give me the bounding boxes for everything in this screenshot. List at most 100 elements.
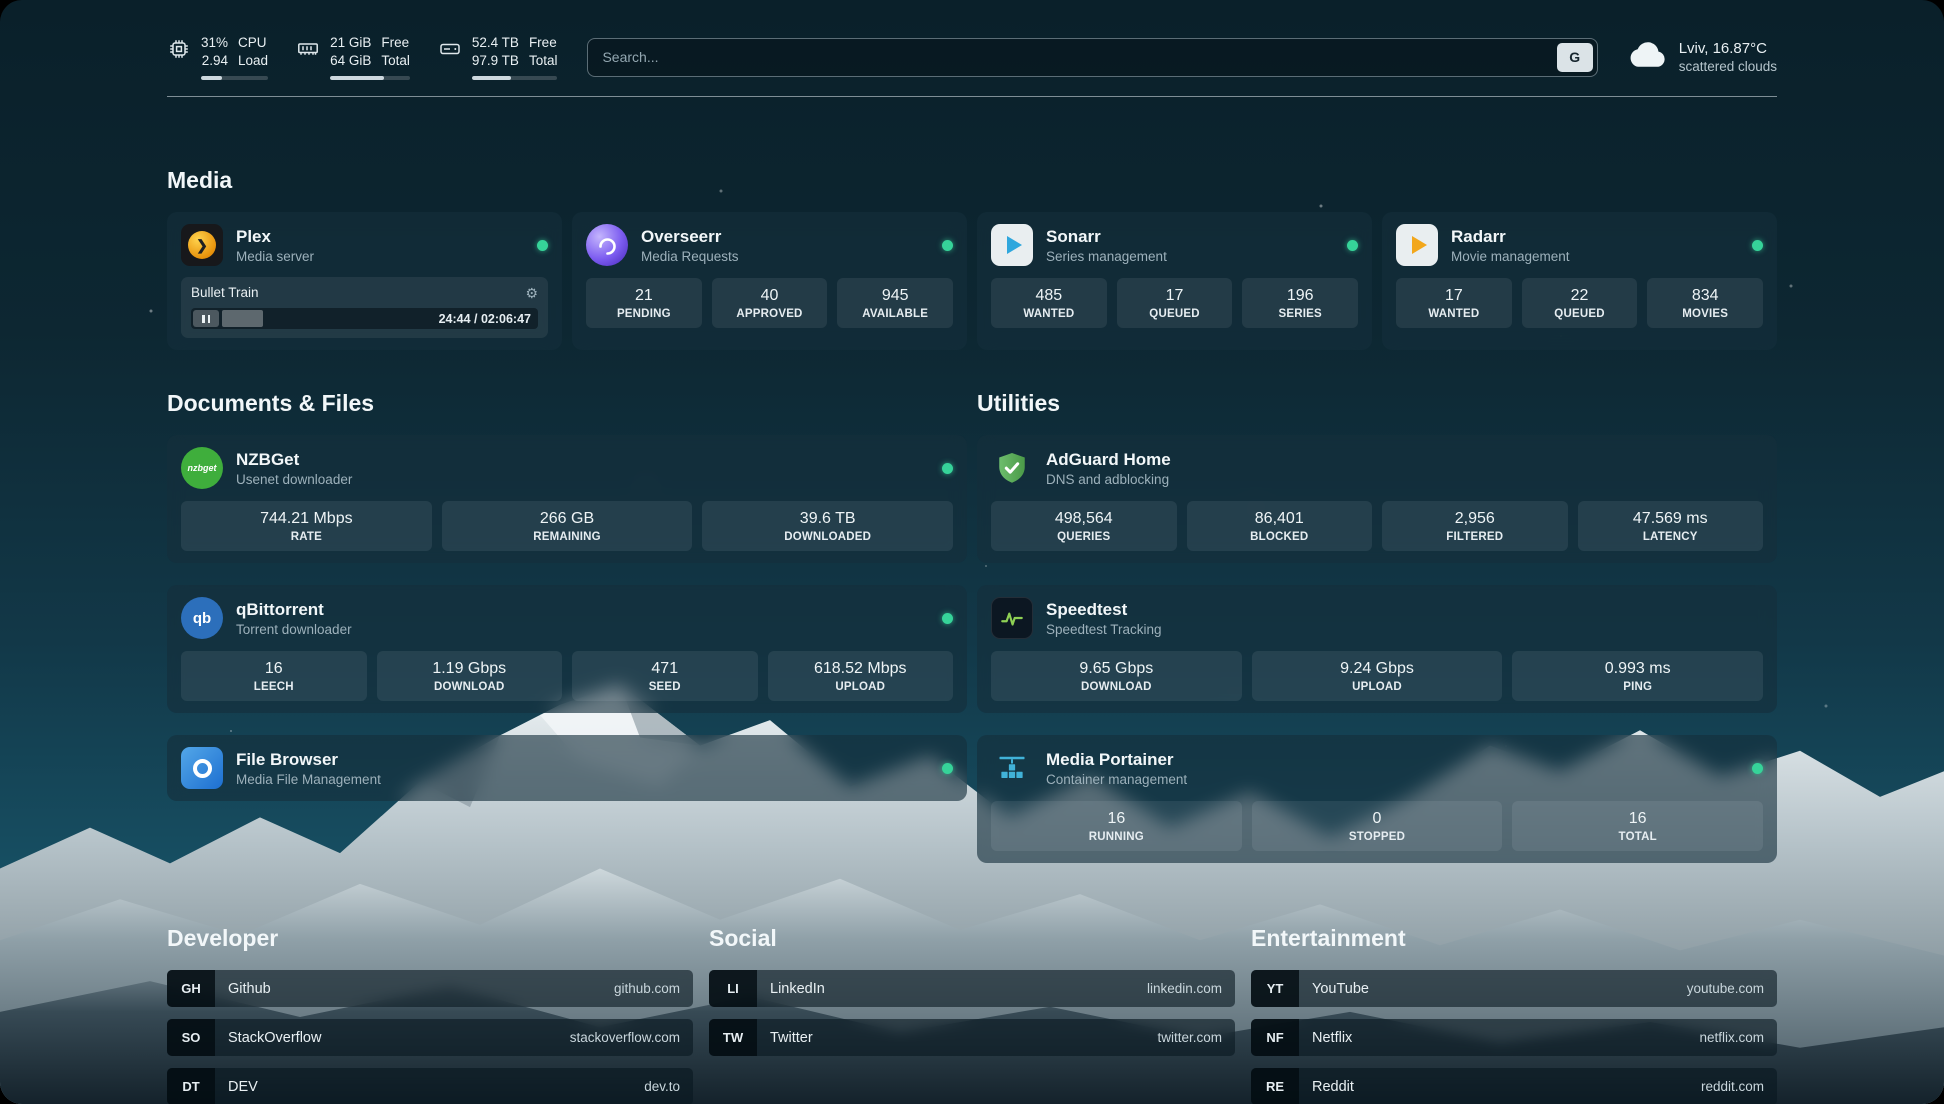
bookmarks-social: Social LI LinkedIn linkedin.com TW Twitt… <box>709 925 1235 1056</box>
service-card-adguard[interactable]: AdGuard Home DNS and adblocking 498,564Q… <box>977 435 1777 563</box>
memory-monitor: 21 GiB 64 GiB Free Total <box>296 34 410 80</box>
search-provider-button[interactable]: G <box>1557 43 1593 72</box>
stat-total: 16TOTAL <box>1512 801 1763 851</box>
stat-queued: 17QUEUED <box>1117 278 1233 328</box>
memory-icon <box>296 37 320 66</box>
stat-wanted: 485WANTED <box>991 278 1107 328</box>
stat-pending: 21PENDING <box>586 278 702 328</box>
status-dot <box>942 613 953 624</box>
service-subtitle: Media File Management <box>236 772 381 787</box>
stat-download: 1.19 GbpsDOWNLOAD <box>377 651 563 701</box>
stat-seed: 471SEED <box>572 651 758 701</box>
adguard-shield-icon <box>991 447 1033 489</box>
section-title-utilities: Utilities <box>977 390 1777 417</box>
nzbget-icon: nzbget <box>181 447 223 489</box>
service-name: Speedtest <box>1046 600 1162 620</box>
disk-total-value: 97.9 TB <box>472 52 519 70</box>
bookmark-reddit[interactable]: RE Reddit reddit.com <box>1251 1068 1777 1104</box>
section-media: Media ❯ Plex Media server Bullet Tr <box>167 167 1777 350</box>
section-title-media: Media <box>167 167 1777 194</box>
service-card-plex[interactable]: ❯ Plex Media server Bullet Train ⚙ <box>167 212 562 350</box>
bookmarks-developer: Developer GH Github github.com SO StackO… <box>167 925 693 1104</box>
section-title-entertainment: Entertainment <box>1251 925 1777 952</box>
service-subtitle: Media server <box>236 249 314 264</box>
cpu-load-label: Load <box>238 52 268 70</box>
service-card-speedtest[interactable]: Speedtest Speedtest Tracking 9.65 GbpsDO… <box>977 585 1777 713</box>
bookmark-abbr: RE <box>1251 1068 1299 1104</box>
service-subtitle: Torrent downloader <box>236 622 352 637</box>
service-subtitle: Series management <box>1046 249 1167 264</box>
overseerr-icon <box>586 224 628 266</box>
service-card-sonarr[interactable]: Sonarr Series management 485WANTED 17QUE… <box>977 212 1372 350</box>
playback-progress-bar[interactable] <box>222 310 431 327</box>
service-name: qBittorrent <box>236 600 352 620</box>
bookmarks-entertainment: Entertainment YT YouTube youtube.com NF … <box>1251 925 1777 1104</box>
memory-total-value: 64 GiB <box>330 52 371 70</box>
bookmark-linkedin[interactable]: LI LinkedIn linkedin.com <box>709 970 1235 1007</box>
service-subtitle: DNS and adblocking <box>1046 472 1171 487</box>
service-subtitle: Usenet downloader <box>236 472 352 487</box>
service-name: File Browser <box>236 750 381 770</box>
stat-wanted: 17WANTED <box>1396 278 1512 328</box>
gear-icon[interactable]: ⚙ <box>525 286 538 300</box>
section-title-social: Social <box>709 925 1235 952</box>
bookmark-url: youtube.com <box>1687 981 1764 996</box>
stat-downloaded: 39.6 TBDOWNLOADED <box>702 501 953 551</box>
sonarr-icon <box>991 224 1033 266</box>
service-card-overseerr[interactable]: Overseerr Media Requests 21PENDING 40APP… <box>572 212 967 350</box>
stat-movies: 834MOVIES <box>1647 278 1763 328</box>
service-card-nzbget[interactable]: nzbget NZBGet Usenet downloader 744.21 M… <box>167 435 967 563</box>
service-card-filebrowser[interactable]: File Browser Media File Management <box>167 735 967 801</box>
service-card-portainer[interactable]: Media Portainer Container management 16R… <box>977 735 1777 863</box>
service-subtitle: Speedtest Tracking <box>1046 622 1162 637</box>
section-utilities: Utilities AdGuard Home <box>977 390 1777 885</box>
service-card-radarr[interactable]: Radarr Movie management 17WANTED 22QUEUE… <box>1382 212 1777 350</box>
now-playing-title: Bullet Train <box>191 285 259 300</box>
status-dot <box>1347 240 1358 251</box>
filebrowser-icon <box>181 747 223 789</box>
pause-icon[interactable] <box>193 310 219 327</box>
bookmark-name: Reddit <box>1312 1079 1354 1095</box>
cpu-usage-value: 31% <box>201 34 228 52</box>
memory-free-value: 21 GiB <box>330 34 371 52</box>
service-name: Media Portainer <box>1046 750 1187 770</box>
bookmark-name: Twitter <box>770 1030 813 1046</box>
stat-download: 9.65 GbpsDOWNLOAD <box>991 651 1242 701</box>
bookmark-github[interactable]: GH Github github.com <box>167 970 693 1007</box>
search-input[interactable] <box>587 38 1597 77</box>
snow-specks <box>0 0 2 2</box>
stat-rate: 744.21 MbpsRATE <box>181 501 432 551</box>
bookmark-name: Netflix <box>1312 1030 1352 1046</box>
stat-queued: 22QUEUED <box>1522 278 1638 328</box>
bookmark-abbr: SO <box>167 1019 215 1056</box>
playback-time: 24:44 / 02:06:47 <box>439 312 536 326</box>
stat-available: 945AVAILABLE <box>837 278 953 328</box>
bookmark-abbr: DT <box>167 1068 215 1104</box>
bookmark-url: netflix.com <box>1699 1030 1764 1045</box>
stat-leech: 16LEECH <box>181 651 367 701</box>
radarr-icon <box>1396 224 1438 266</box>
section-documents: Documents & Files nzbget NZBGet Usenet d… <box>167 390 967 823</box>
bookmark-stackoverflow[interactable]: SO StackOverflow stackoverflow.com <box>167 1019 693 1056</box>
weather-location: Lviv, 16.87°C <box>1679 40 1777 57</box>
dashboard-screen: 31% 2.94 CPU Load <box>0 0 1944 1104</box>
plex-icon: ❯ <box>181 224 223 266</box>
stat-ping: 0.993 msPING <box>1512 651 1763 701</box>
disk-total-label: Total <box>529 52 558 70</box>
service-subtitle: Movie management <box>1451 249 1570 264</box>
disk-progress-bar <box>472 76 558 80</box>
stat-approved: 40APPROVED <box>712 278 828 328</box>
search-bar: G <box>587 38 1597 77</box>
status-dot <box>942 463 953 474</box>
disk-monitor: 52.4 TB 97.9 TB Free Total <box>438 34 558 80</box>
bookmark-url: linkedin.com <box>1147 981 1222 996</box>
bookmark-netflix[interactable]: NF Netflix netflix.com <box>1251 1019 1777 1056</box>
stat-stopped: 0STOPPED <box>1252 801 1503 851</box>
bookmark-twitter[interactable]: TW Twitter twitter.com <box>709 1019 1235 1056</box>
bookmark-name: DEV <box>228 1079 258 1095</box>
bookmark-youtube[interactable]: YT YouTube youtube.com <box>1251 970 1777 1007</box>
service-card-qbittorrent[interactable]: qb qBittorrent Torrent downloader 16LEEC… <box>167 585 967 713</box>
disk-free-value: 52.4 TB <box>472 34 519 52</box>
bookmark-dev[interactable]: DT DEV dev.to <box>167 1068 693 1104</box>
cpu-icon <box>167 37 191 66</box>
